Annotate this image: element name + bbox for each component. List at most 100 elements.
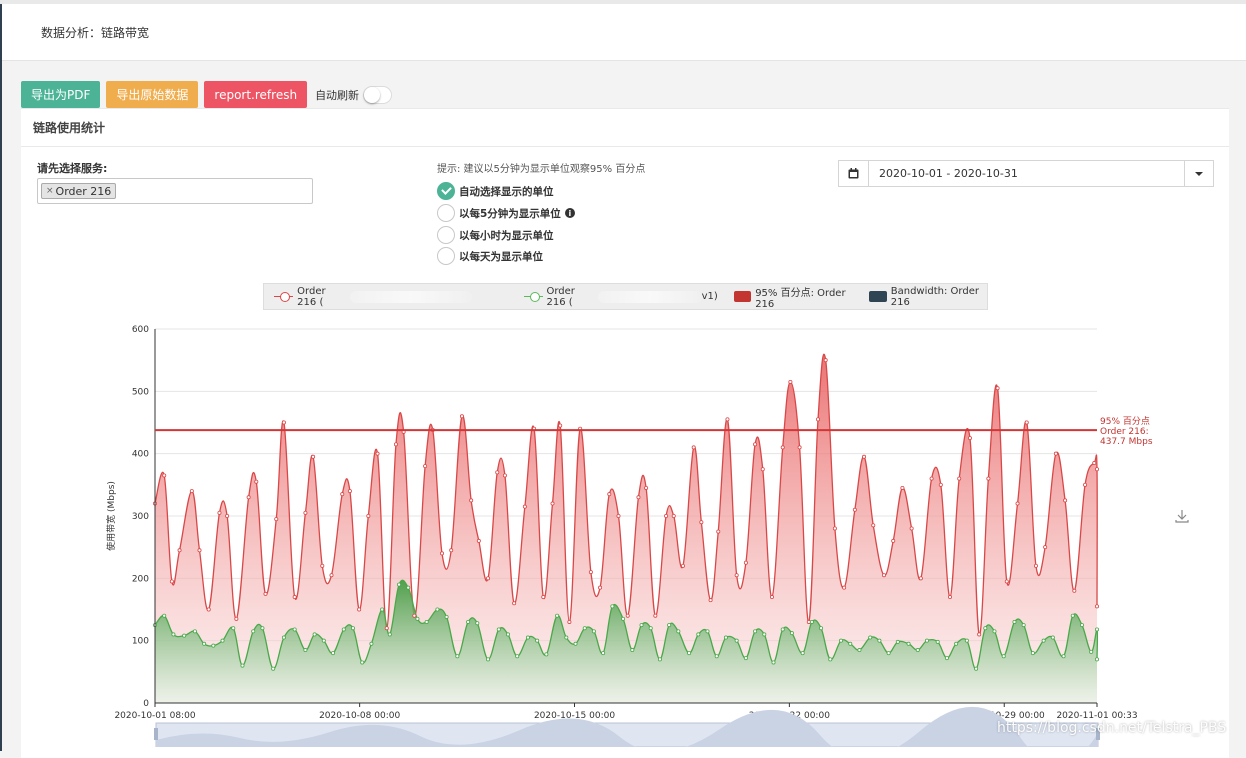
data-point-outbound [992,629,997,634]
data-point-inbound [653,613,658,618]
data-point-outbound [964,638,969,643]
data-point-inbound [366,514,371,519]
y-tick-label: 500 [132,387,149,397]
data-point-outbound [331,651,336,656]
data-point-outbound [800,651,805,656]
data-point-outbound [415,616,420,621]
data-point-inbound [1043,545,1048,550]
x-tick-label: 2020-10-08 00:00 [319,711,400,721]
data-point-inbound [823,358,828,363]
data-point-inbound [760,467,765,472]
data-point-inbound [753,442,758,447]
data-point-outbound [321,638,326,643]
data-point-inbound [1063,498,1068,503]
data-point-outbound [789,631,794,636]
data-point-inbound [412,613,417,618]
data-point-inbound [476,538,481,543]
data-point-inbound [357,607,362,612]
data-point-outbound [915,648,920,653]
data-point-outbound [535,638,540,643]
data-point-outbound [1079,623,1084,628]
data-point-outbound [809,619,814,624]
data-point-outbound [906,641,911,646]
data-point-inbound [1095,467,1100,472]
data-point-outbound [610,604,615,609]
data-point-outbound [1030,651,1035,656]
data-point-inbound [948,595,953,600]
data-point-inbound [1092,461,1097,466]
data-point-outbound [886,651,891,656]
data-point-inbound [512,601,517,606]
data-point-inbound [274,517,279,522]
data-point-outbound [819,626,824,631]
data-point-inbound [311,454,316,459]
data-point-outbound [515,654,520,659]
data-point-outbound [555,613,560,618]
data-point-inbound [567,619,572,624]
data-point-outbound [667,623,672,628]
data-point-inbound [743,560,748,565]
data-point-outbound [444,614,449,619]
data-point-inbound [502,473,507,478]
data-point-inbound [780,445,785,450]
data-point-outbound [924,638,929,643]
data-point-outbound [743,656,748,661]
data-point-outbound [1070,613,1075,618]
data-point-outbound [303,648,308,653]
data-point-inbound [558,423,563,428]
data-point-outbound [573,641,578,646]
data-point-outbound [312,632,317,637]
data-point-outbound [369,641,374,646]
data-point-outbound [406,585,411,590]
data-point-inbound [1053,451,1058,456]
data-point-inbound [995,386,1000,391]
data-point-outbound [753,629,758,634]
data-zoom-handle-left[interactable] [154,728,158,740]
data-point-outbound [380,607,385,612]
data-point-outbound [780,627,785,632]
data-point-inbound [664,514,669,519]
data-point-outbound [360,660,365,665]
data-point-outbound [705,629,710,634]
data-point-outbound [211,643,216,648]
y-tick-label: 0 [143,699,149,709]
data-point-inbound [246,495,251,500]
data-point-inbound [588,570,593,575]
data-point-outbound [839,638,844,643]
data-point-outbound [251,629,256,634]
data-point-inbound [162,473,167,478]
data-point-outbound [435,607,440,612]
data-point-inbound [1083,482,1088,487]
data-point-inbound [1095,604,1100,609]
data-point-inbound [788,379,793,384]
data-point-outbound [350,626,355,631]
data-point-inbound [598,585,603,590]
data-point-outbound [281,635,286,640]
data-point-inbound [625,613,630,618]
data-point-inbound [832,526,837,531]
data-point-inbound [871,523,876,528]
data-point-inbound [986,476,991,481]
data-point-inbound [206,607,211,612]
data-point-inbound [957,476,962,481]
data-point-inbound [852,507,857,512]
data-point-inbound [292,595,297,600]
data-point-outbound [895,639,900,644]
data-point-outbound [762,632,767,637]
data-point-outbound [657,657,662,662]
data-point-inbound [217,510,222,515]
data-point-outbound [828,657,833,662]
percentile-label-1: 95% 百分点 [1100,416,1150,427]
data-point-inbound [716,529,721,534]
data-point-inbound [929,476,934,481]
data-point-inbound [234,616,239,621]
data-point-outbound [1041,638,1046,643]
data-point-outbound [466,619,471,624]
download-icon[interactable] [1174,508,1190,524]
data-point-outbound [582,626,587,631]
data-point-outbound [954,641,959,646]
data-point-inbound [644,485,649,490]
y-axis-label: 使用带宽 (Mbps) [105,481,117,551]
data-point-inbound [469,498,474,503]
data-point-inbound [680,563,685,568]
